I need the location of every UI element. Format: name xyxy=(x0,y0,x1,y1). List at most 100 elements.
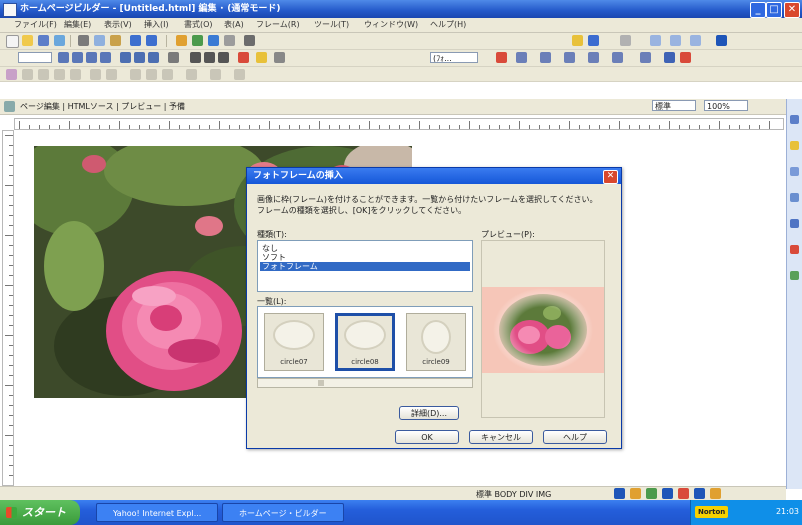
spell-icon[interactable] xyxy=(224,35,235,46)
page-icon[interactable] xyxy=(790,167,799,176)
list-item[interactable]: ソフト xyxy=(260,253,470,262)
align-middle-icon[interactable] xyxy=(146,69,157,80)
underline-icon[interactable] xyxy=(218,52,229,63)
status-icon[interactable] xyxy=(694,488,705,499)
form-icon[interactable] xyxy=(516,52,527,63)
help-button[interactable]: ヘルプ xyxy=(543,430,607,444)
distribute-icon[interactable] xyxy=(186,69,197,80)
send-back-icon[interactable] xyxy=(106,69,117,80)
lock-icon[interactable] xyxy=(234,69,245,80)
frame-thumbnail-list[interactable]: circle07 circle08 circle09 xyxy=(257,306,473,378)
cut-icon[interactable] xyxy=(78,35,89,46)
cascade-icon[interactable] xyxy=(690,35,701,46)
percent-combo[interactable]: 100% xyxy=(704,100,748,111)
view-tabs[interactable]: ページ編集 | HTMLソース | プレビュー | 予備 xyxy=(20,101,185,112)
position-icon[interactable] xyxy=(22,69,33,80)
window-icon[interactable] xyxy=(716,35,727,46)
link-icon[interactable] xyxy=(192,35,203,46)
align-right-icon[interactable] xyxy=(86,52,97,63)
align-bottom-icon[interactable] xyxy=(162,69,173,80)
status-icon[interactable] xyxy=(646,488,657,499)
template-icon[interactable] xyxy=(790,219,799,228)
copy-icon[interactable] xyxy=(94,35,105,46)
align-object-icon[interactable] xyxy=(612,52,623,63)
justify-icon[interactable] xyxy=(100,52,111,63)
image-icon[interactable] xyxy=(176,35,187,46)
menu-window[interactable]: ウィンドウ(W) xyxy=(364,19,418,30)
folder-icon[interactable] xyxy=(790,141,799,150)
menu-table[interactable]: 表(A) xyxy=(224,19,244,30)
font-size-icon[interactable] xyxy=(168,52,179,63)
layout-icon[interactable] xyxy=(588,35,599,46)
highlight-icon[interactable] xyxy=(256,52,267,63)
color-icon[interactable] xyxy=(572,35,583,46)
scroll-thumb[interactable] xyxy=(318,380,324,386)
ok-button[interactable]: OK xyxy=(395,430,459,444)
font-icon[interactable] xyxy=(274,52,285,63)
dialog-close-button[interactable]: ✕ xyxy=(603,170,618,184)
border-icon[interactable] xyxy=(540,52,551,63)
status-icon[interactable] xyxy=(662,488,673,499)
group-icon[interactable] xyxy=(54,69,65,80)
menu-help[interactable]: ヘルプ(H) xyxy=(430,19,466,30)
frame-thumbnail-selected[interactable]: circle08 xyxy=(335,313,395,371)
menu-file[interactable]: ファイル(F) xyxy=(14,19,57,30)
heart-icon[interactable] xyxy=(680,52,691,63)
insert-image-icon[interactable] xyxy=(496,52,507,63)
menu-edit[interactable]: 編集(E) xyxy=(64,19,91,30)
frame-thumbnail[interactable]: circle07 xyxy=(264,313,324,371)
ungroup-icon[interactable] xyxy=(70,69,81,80)
object-icon[interactable] xyxy=(588,52,599,63)
indent-icon[interactable] xyxy=(148,52,159,63)
menu-view[interactable]: 表示(V) xyxy=(104,19,132,30)
help-icon[interactable] xyxy=(790,245,799,254)
status-icon[interactable] xyxy=(678,488,689,499)
font-size-combo[interactable]: (ﾌｫ... xyxy=(430,52,478,63)
status-icon[interactable] xyxy=(710,488,721,499)
open-icon[interactable] xyxy=(22,35,33,46)
menu-tools[interactable]: ツール(T) xyxy=(314,19,349,30)
upload-icon[interactable] xyxy=(790,271,799,280)
frame-type-list[interactable]: なし ソフト フォトフレーム xyxy=(257,240,473,292)
frame-thumbnail[interactable]: circle09 xyxy=(406,313,466,371)
frame-icon[interactable] xyxy=(650,35,661,46)
close-button[interactable]: ✕ xyxy=(784,2,800,18)
new-icon[interactable] xyxy=(6,35,19,48)
layout-frame-icon[interactable] xyxy=(6,69,17,80)
menu-format[interactable]: 書式(O) xyxy=(184,19,213,30)
redo-icon[interactable] xyxy=(146,35,157,46)
print-icon[interactable] xyxy=(54,35,65,46)
bold-icon[interactable] xyxy=(190,52,201,63)
cell-icon[interactable] xyxy=(564,52,575,63)
norton-icon[interactable]: Norton xyxy=(695,506,729,518)
status-icon[interactable] xyxy=(614,488,625,499)
parts-icon[interactable] xyxy=(790,193,799,202)
menu-insert[interactable]: 挿入(I) xyxy=(144,19,169,30)
grid-icon[interactable] xyxy=(620,35,631,46)
list-item[interactable]: なし xyxy=(260,244,470,253)
font-color-icon[interactable] xyxy=(238,52,249,63)
align-left-icon[interactable] xyxy=(58,52,69,63)
taskbar-item-hpb[interactable]: ホームページ・ビルダー xyxy=(222,503,344,522)
table-icon[interactable] xyxy=(208,35,219,46)
thumbnail-scrollbar[interactable] xyxy=(257,378,473,388)
undo-icon[interactable] xyxy=(130,35,141,46)
zoom-combo[interactable]: 標準 xyxy=(652,100,696,111)
paste-icon[interactable] xyxy=(110,35,121,46)
transparent-icon[interactable] xyxy=(640,52,651,63)
site-icon[interactable] xyxy=(790,115,799,124)
numbered-list-icon[interactable] xyxy=(120,52,131,63)
align-top-icon[interactable] xyxy=(130,69,141,80)
page-edit-icon[interactable] xyxy=(4,101,15,112)
same-size-icon[interactable] xyxy=(210,69,221,80)
menu-frame[interactable]: フレーム(R) xyxy=(256,19,300,30)
status-icon[interactable] xyxy=(630,488,641,499)
layer-icon[interactable] xyxy=(38,69,49,80)
cancel-button[interactable]: キャンセル xyxy=(469,430,533,444)
save-icon[interactable] xyxy=(38,35,49,46)
tile-icon[interactable] xyxy=(670,35,681,46)
maximize-button[interactable]: □ xyxy=(766,2,782,18)
align-center-icon[interactable] xyxy=(72,52,83,63)
minimize-button[interactable]: _ xyxy=(750,2,766,18)
list-item-selected[interactable]: フォトフレーム xyxy=(260,262,470,271)
